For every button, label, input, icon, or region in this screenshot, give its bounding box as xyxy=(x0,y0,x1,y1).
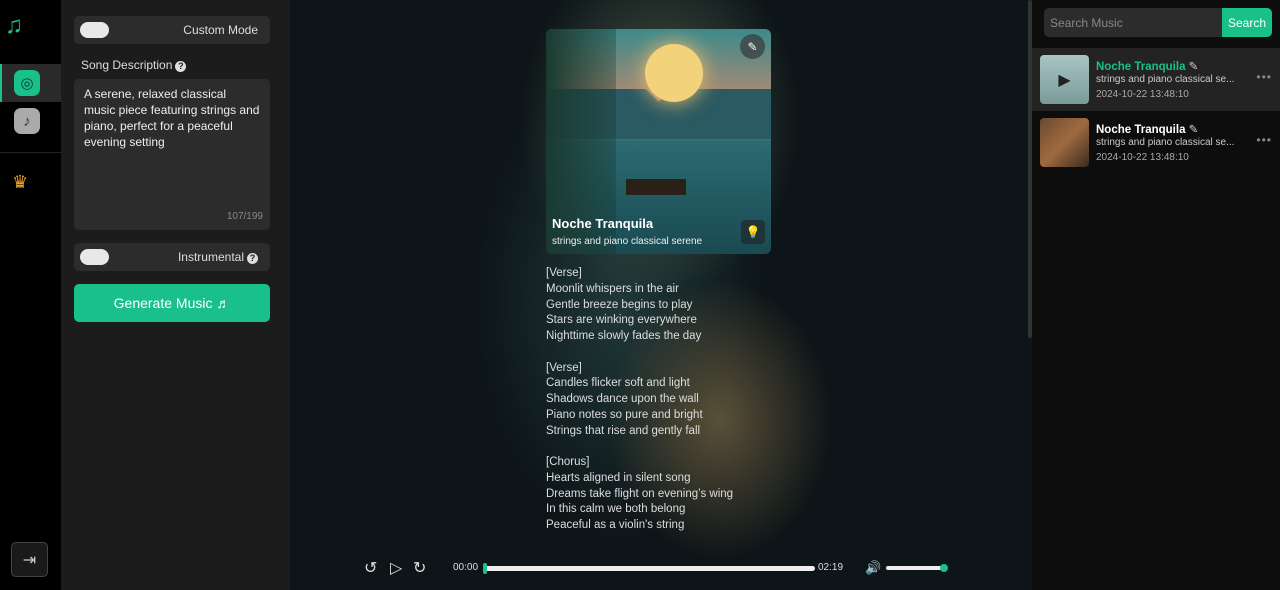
volume-slider[interactable] xyxy=(886,564,948,572)
song-tags: strings and piano classical serene xyxy=(552,236,703,247)
instrumental-toggle[interactable] xyxy=(80,249,109,265)
rewind-15-icon[interactable]: ↺ xyxy=(364,558,377,578)
nav-create[interactable]: ◎ xyxy=(0,64,61,102)
current-time: 00:00 xyxy=(453,562,479,573)
divider xyxy=(0,152,61,153)
item-subtitle: strings and piano classical se... xyxy=(1096,74,1235,85)
song-view: ✎ Noche Tranquila strings and piano clas… xyxy=(290,0,1032,590)
library-panel: Search ▶ Noche Tranquila ✎ strings and p… xyxy=(1032,0,1280,590)
song-thumbnail: ▶ xyxy=(1040,55,1089,104)
item-date: 2024-10-22 13:48:10 xyxy=(1096,89,1189,100)
sign-in-icon: ⇥ xyxy=(22,551,37,569)
disc-note-icon: ◎ xyxy=(14,70,40,96)
nav-rail: ♫ ◎ ♪ ♛ ⇥ xyxy=(0,0,61,590)
pencil-icon[interactable]: ✎ xyxy=(1189,61,1199,73)
more-icon[interactable]: ••• xyxy=(1256,70,1272,84)
pencil-icon[interactable]: ✎ xyxy=(1189,124,1199,136)
sound-disc-icon: ♪ xyxy=(14,108,40,134)
search-bar: Search xyxy=(1044,8,1272,37)
char-count: 107/199 xyxy=(226,211,263,222)
audio-player: ↺ ▷ ↻ 00:00 02:19 🔊 xyxy=(290,556,1032,580)
forward-15-icon[interactable]: ↻ xyxy=(413,558,426,578)
play-icon[interactable]: ▷ xyxy=(390,558,402,578)
help-icon[interactable]: ? xyxy=(247,253,258,264)
custom-mode-label: Custom Mode xyxy=(183,23,258,37)
item-date: 2024-10-22 13:48:10 xyxy=(1096,152,1189,163)
music-notes-icon: ♫ xyxy=(5,12,23,39)
item-subtitle: strings and piano classical se... xyxy=(1096,137,1235,148)
edit-button[interactable]: ✎ xyxy=(740,34,765,59)
help-icon[interactable]: ? xyxy=(175,61,187,72)
play-icon[interactable]: ▶ xyxy=(1058,70,1070,90)
instrumental-label: Instrumental? xyxy=(178,250,258,264)
generate-music-button[interactable]: Generate Music ♬ xyxy=(74,284,270,322)
progress-slider[interactable] xyxy=(483,563,815,574)
lightbulb-button[interactable]: 💡 xyxy=(741,220,765,244)
create-panel: Custom Mode Song Description? A serene, … xyxy=(61,0,290,590)
duration: 02:19 xyxy=(818,562,844,573)
search-button[interactable]: Search xyxy=(1222,8,1272,37)
crown-icon[interactable]: ♛ xyxy=(12,172,28,193)
volume-handle[interactable] xyxy=(940,564,948,572)
instrumental-row: Instrumental? xyxy=(74,243,270,271)
item-title: Noche Tranquila ✎ xyxy=(1096,124,1199,136)
song-title: Noche Tranquila xyxy=(552,216,654,231)
nav-library[interactable]: ♪ xyxy=(0,102,61,140)
song-thumbnail xyxy=(1040,118,1089,167)
custom-mode-row: Custom Mode xyxy=(74,16,270,44)
search-input[interactable] xyxy=(1044,8,1222,37)
custom-mode-toggle[interactable] xyxy=(80,22,109,38)
library-item[interactable]: Noche Tranquila ✎ strings and piano clas… xyxy=(1032,111,1280,174)
lyrics: [Verse] Moonlit whispers in the air Gent… xyxy=(546,267,734,531)
sign-in-button[interactable]: ⇥ xyxy=(11,542,48,577)
library-item[interactable]: ▶ Noche Tranquila ✎ strings and piano cl… xyxy=(1032,48,1280,111)
album-cover: ✎ Noche Tranquila strings and piano clas… xyxy=(546,29,771,254)
volume-icon[interactable]: 🔊 xyxy=(865,560,881,576)
more-icon[interactable]: ••• xyxy=(1256,133,1272,147)
song-description-label: Song Description? xyxy=(81,58,187,72)
lightbulb-icon: 💡 xyxy=(745,225,761,239)
item-title: Noche Tranquila ✎ xyxy=(1096,61,1199,73)
song-description-input[interactable]: A serene, relaxed classical music piece … xyxy=(74,79,270,230)
pencil-icon: ✎ xyxy=(747,39,758,54)
progress-handle[interactable] xyxy=(483,563,487,574)
